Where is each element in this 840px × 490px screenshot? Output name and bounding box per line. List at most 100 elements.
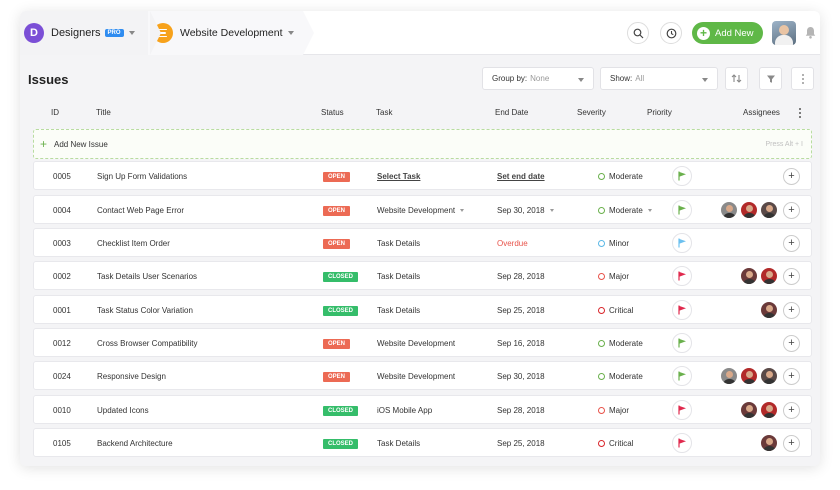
column-header-end-date[interactable]: End Date xyxy=(495,108,528,117)
table-row[interactable]: 0010 Updated Icons CLOSED iOS Mobile App Sep… xyxy=(33,395,812,424)
workspace-switcher[interactable]: D Designers PRO xyxy=(20,11,161,55)
add-new-button[interactable]: + Add New xyxy=(692,22,763,44)
issue-title[interactable]: Responsive Design xyxy=(97,372,166,381)
status-badge[interactable]: OPEN xyxy=(323,239,351,249)
issue-title[interactable]: Updated Icons xyxy=(97,406,149,415)
status-badge[interactable]: CLOSED xyxy=(323,306,359,316)
severity[interactable]: Moderate xyxy=(609,372,643,381)
add-assignee-button[interactable]: + xyxy=(783,268,800,285)
issue-title[interactable]: Contact Web Page Error xyxy=(97,206,184,215)
priority-flag-button[interactable] xyxy=(672,366,692,386)
project-switcher[interactable]: Website Development xyxy=(148,11,314,55)
table-row[interactable]: 0012 Cross Browser Compatibility OPEN Websi… xyxy=(33,328,812,357)
table-row[interactable]: 0002 Task Details User Scenarios CLOSED Tas… xyxy=(33,261,812,290)
table-row[interactable]: 0005 Sign Up Form Validations OPEN Select T… xyxy=(33,161,812,190)
severity[interactable]: Critical xyxy=(609,306,633,315)
assignee-avatar[interactable] xyxy=(740,267,758,285)
end-date[interactable]: Sep 30, 2018 xyxy=(497,206,554,215)
column-header-severity[interactable]: Severity xyxy=(577,108,606,117)
priority-flag-button[interactable] xyxy=(672,333,692,353)
end-date[interactable]: Sep 16, 2018 xyxy=(497,339,545,348)
priority-flag-button[interactable] xyxy=(672,200,692,220)
issue-title[interactable]: Task Status Color Variation xyxy=(97,306,193,315)
severity[interactable]: Minor xyxy=(609,239,629,248)
assignee-avatar[interactable] xyxy=(760,401,778,419)
end-date[interactable]: Sep 25, 2018 xyxy=(497,439,545,448)
timer-button[interactable] xyxy=(660,22,682,44)
task-link[interactable]: Website Development xyxy=(377,372,455,381)
task-link[interactable]: iOS Mobile App xyxy=(377,406,432,415)
end-date[interactable]: Overdue xyxy=(497,239,528,248)
task-link[interactable]: Website Development xyxy=(377,206,465,215)
assignee-avatar[interactable] xyxy=(720,367,738,385)
add-assignee-button[interactable]: + xyxy=(783,335,800,352)
add-assignee-button[interactable]: + xyxy=(783,435,800,452)
end-date[interactable]: Sep 25, 2018 xyxy=(497,306,545,315)
status-badge[interactable]: CLOSED xyxy=(323,439,359,449)
end-date[interactable]: Sep 28, 2018 xyxy=(497,406,545,415)
add-assignee-button[interactable]: + xyxy=(783,202,800,219)
status-badge[interactable]: OPEN xyxy=(323,372,351,382)
sort-button[interactable] xyxy=(725,67,748,90)
priority-flag-button[interactable] xyxy=(672,233,692,253)
assignee-avatar[interactable] xyxy=(760,201,778,219)
show-select[interactable]: Show: All xyxy=(600,67,718,90)
bell-icon[interactable] xyxy=(805,26,816,39)
table-row[interactable]: 0105 Backend Architecture CLOSED Task Detai… xyxy=(33,428,812,457)
add-new-issue-row[interactable]: + Add New Issue Press Alt + I xyxy=(33,129,812,159)
issue-title[interactable]: Sign Up Form Validations xyxy=(97,172,187,181)
severity[interactable]: Moderate xyxy=(609,206,652,215)
filter-button[interactable] xyxy=(759,67,782,90)
task-link[interactable]: Select Task xyxy=(377,172,420,181)
severity[interactable]: Major xyxy=(609,272,629,281)
issue-title[interactable]: Backend Architecture xyxy=(97,439,173,448)
issue-title[interactable]: Cross Browser Compatibility xyxy=(97,339,197,348)
issue-title[interactable]: Task Details User Scenarios xyxy=(97,272,197,281)
column-header-assignees[interactable]: Assignees xyxy=(743,108,780,117)
column-header-title[interactable]: Title xyxy=(96,108,111,117)
assignee-avatar[interactable] xyxy=(760,434,778,452)
task-link[interactable]: Task Details xyxy=(377,239,420,248)
column-header-priority[interactable]: Priority xyxy=(647,108,672,117)
group-by-select[interactable]: Group by: None xyxy=(482,67,594,90)
assignee-avatar[interactable] xyxy=(760,367,778,385)
table-row[interactable]: 0001 Task Status Color Variation CLOSED Tas… xyxy=(33,295,812,324)
priority-flag-button[interactable] xyxy=(672,166,692,186)
column-options-kebab-icon[interactable] xyxy=(799,108,801,118)
priority-flag-button[interactable] xyxy=(672,433,692,453)
more-options-button[interactable] xyxy=(791,67,814,90)
add-assignee-button[interactable]: + xyxy=(783,368,800,385)
status-badge[interactable]: CLOSED xyxy=(323,406,359,416)
table-row[interactable]: 0003 Checklist Item Order OPEN Task Details… xyxy=(33,228,812,257)
severity[interactable]: Critical xyxy=(609,439,633,448)
add-assignee-button[interactable]: + xyxy=(783,302,800,319)
search-button[interactable] xyxy=(627,22,649,44)
assignee-avatar[interactable] xyxy=(740,367,758,385)
add-assignee-button[interactable]: + xyxy=(783,235,800,252)
task-link[interactable]: Website Development xyxy=(377,339,455,348)
add-assignee-button[interactable]: + xyxy=(783,168,800,185)
assignee-avatar[interactable] xyxy=(740,201,758,219)
severity[interactable]: Moderate xyxy=(609,339,643,348)
priority-flag-button[interactable] xyxy=(672,400,692,420)
assignee-avatar[interactable] xyxy=(740,401,758,419)
priority-flag-button[interactable] xyxy=(672,300,692,320)
end-date[interactable]: Sep 28, 2018 xyxy=(497,272,545,281)
status-badge[interactable]: OPEN xyxy=(323,339,351,349)
assignee-avatar[interactable] xyxy=(720,201,738,219)
column-header-status[interactable]: Status xyxy=(321,108,344,117)
assignee-avatar[interactable] xyxy=(760,301,778,319)
priority-flag-button[interactable] xyxy=(672,266,692,286)
add-assignee-button[interactable]: + xyxy=(783,402,800,419)
user-avatar[interactable] xyxy=(772,21,796,45)
column-header-id[interactable]: ID xyxy=(51,108,59,117)
status-badge[interactable]: OPEN xyxy=(323,172,351,182)
end-date[interactable]: Sep 30, 2018 xyxy=(497,372,545,381)
status-badge[interactable]: CLOSED xyxy=(323,272,359,282)
task-link[interactable]: Task Details xyxy=(377,439,420,448)
table-row[interactable]: 0024 Responsive Design OPEN Website Develop… xyxy=(33,361,812,390)
issue-title[interactable]: Checklist Item Order xyxy=(97,239,170,248)
task-link[interactable]: Task Details xyxy=(377,272,420,281)
table-row[interactable]: 0004 Contact Web Page Error OPEN Website De… xyxy=(33,195,812,224)
end-date[interactable]: Set end date xyxy=(497,172,545,181)
